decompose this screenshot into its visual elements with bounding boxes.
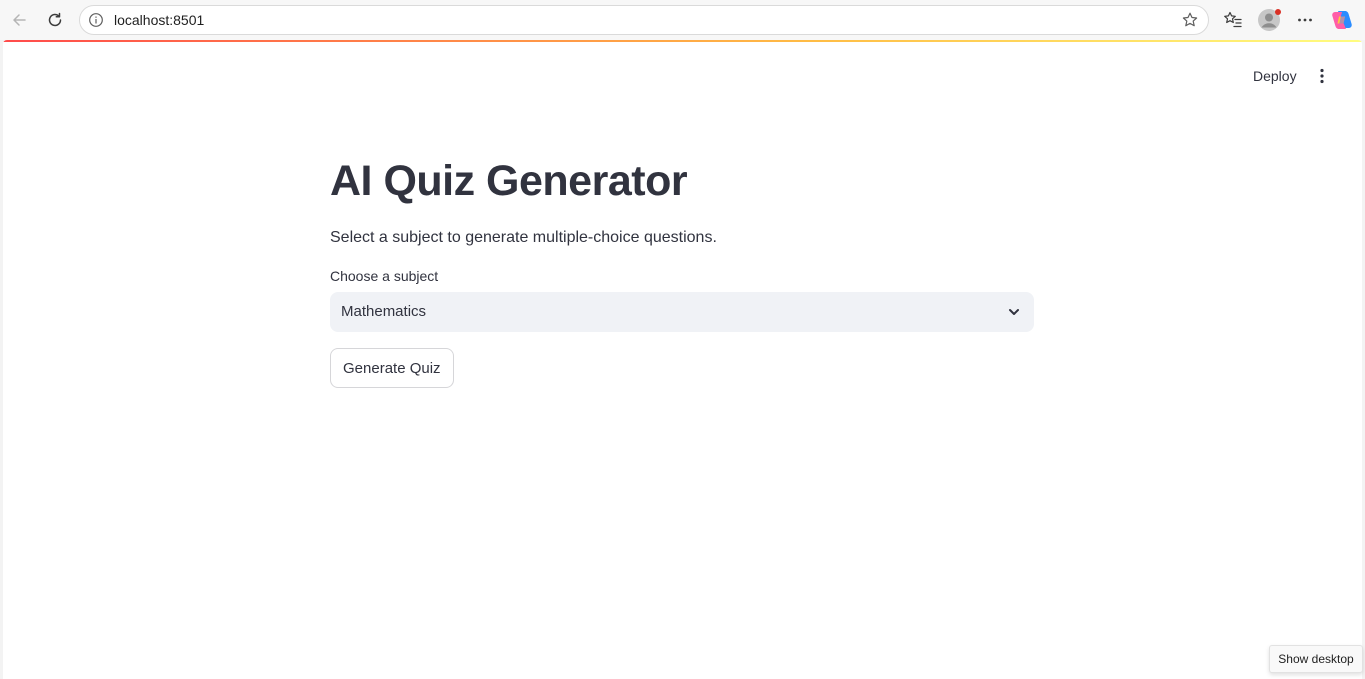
vertical-dots-icon xyxy=(1320,68,1324,84)
page-title: AI Quiz Generator xyxy=(330,157,688,205)
ellipsis-icon xyxy=(1298,18,1312,22)
star-icon[interactable] xyxy=(1181,11,1199,29)
copilot-icon xyxy=(1332,11,1352,29)
url-text[interactable]: localhost:8501 xyxy=(114,12,204,29)
show-desktop-tooltip: Show desktop xyxy=(1269,645,1363,673)
back-button[interactable] xyxy=(5,6,33,34)
favorites-list-icon xyxy=(1224,11,1242,28)
generate-quiz-button[interactable]: Generate Quiz xyxy=(330,348,454,388)
address-bar[interactable]: localhost:8501 xyxy=(79,5,1209,35)
subject-select[interactable]: Mathematics xyxy=(330,292,1034,332)
page-subtitle: Select a subject to generate multiple-ch… xyxy=(330,229,717,246)
arrow-left-icon xyxy=(13,14,26,26)
main-content: AI Quiz Generator Select a subject to ge… xyxy=(330,150,1034,388)
refresh-icon xyxy=(48,12,62,27)
notification-dot xyxy=(1275,9,1281,15)
info-icon[interactable] xyxy=(88,12,104,28)
app-decoration-bar xyxy=(3,40,1362,42)
browser-toolbar: localhost:8501 xyxy=(0,0,1365,40)
profile-button[interactable] xyxy=(1256,7,1282,33)
reload-button[interactable] xyxy=(41,6,69,34)
subject-select-value[interactable]: Mathematics xyxy=(341,302,426,322)
main-menu-button[interactable] xyxy=(1309,63,1335,89)
favorites-button[interactable] xyxy=(1220,7,1246,33)
copilot-button[interactable] xyxy=(1329,7,1355,33)
subject-select-label: Choose a subject xyxy=(330,268,439,284)
deploy-button[interactable]: Deploy xyxy=(1245,64,1305,88)
page-viewport: Deploy AI Quiz Generator Select a subjec… xyxy=(3,40,1362,679)
chevron-down-icon[interactable] xyxy=(1006,304,1022,320)
more-button[interactable] xyxy=(1292,7,1318,33)
